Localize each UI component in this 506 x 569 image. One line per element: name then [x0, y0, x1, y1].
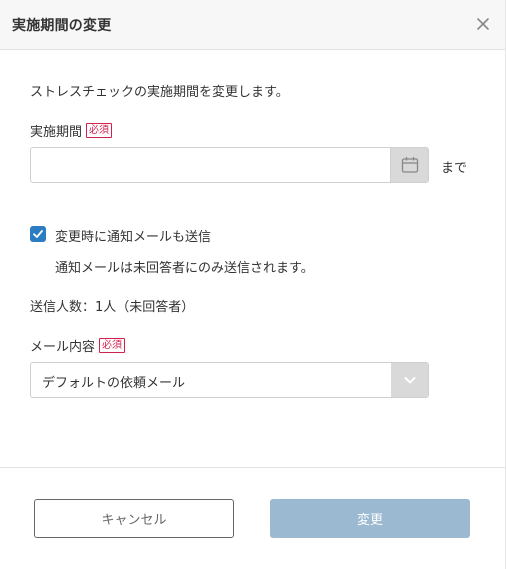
notify-checkbox[interactable]: [30, 226, 46, 242]
required-badge: 必須: [86, 123, 113, 138]
calendar-icon[interactable]: [390, 148, 428, 182]
period-date-field: [30, 147, 429, 183]
notify-checkbox-label[interactable]: 変更時に通知メールも送信: [55, 226, 211, 245]
period-date-input[interactable]: [31, 148, 392, 182]
chevron-down-icon: [391, 363, 428, 397]
mail-label: メール内容: [30, 340, 96, 355]
change-period-dialog: 実施期間の変更 ストレスチェックの実施期間を変更します。 実施期間 必須 まで …: [0, 0, 506, 569]
period-label-row: 実施期間 必須: [30, 121, 113, 140]
notify-note: 通知メールは未回答者にのみ送信されます。: [55, 261, 314, 276]
required-badge: 必須: [99, 338, 126, 353]
dialog-header: 実施期間の変更: [0, 0, 505, 50]
period-suffix: まで: [441, 161, 468, 176]
dialog-description: ストレスチェックの実施期間を変更します。: [30, 85, 289, 100]
mail-template-select[interactable]: デフォルトの依頼メール: [30, 362, 429, 398]
mail-template-value: デフォルトの依頼メール: [42, 376, 186, 391]
recipient-count: 送信人数：1人（未回答者）: [30, 300, 195, 315]
submit-button[interactable]: 変更: [270, 499, 470, 538]
dialog-title: 実施期間の変更: [12, 18, 112, 34]
cancel-button[interactable]: キャンセル: [34, 499, 234, 538]
period-label: 実施期間: [30, 125, 83, 140]
mail-label-row: メール内容 必須: [30, 336, 126, 355]
footer-divider: [0, 467, 505, 468]
close-icon[interactable]: [475, 16, 491, 32]
